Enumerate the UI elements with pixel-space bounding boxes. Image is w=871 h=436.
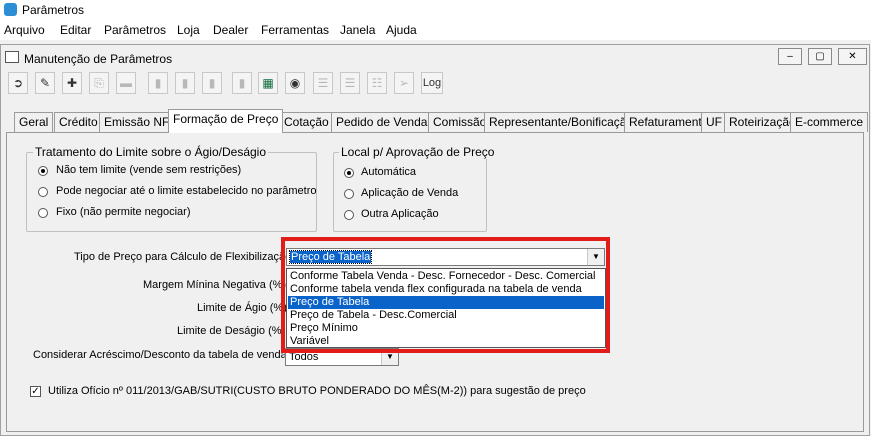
margin-label: Margem Mínina Negativa (%) <box>143 279 287 291</box>
copy-icon[interactable]: ⎘ <box>89 72 109 94</box>
tab-formacao-de-preco[interactable]: Formação de Preço <box>168 109 284 133</box>
approval-group-title: Local p/ Aprovação de Preço <box>339 145 497 159</box>
app-icon <box>4 3 17 16</box>
radio-no-limit[interactable] <box>38 166 48 176</box>
tab-credito[interactable]: Crédito <box>54 112 103 132</box>
limit-group-title: Tratamento do Limite sobre o Ágio/Desági… <box>33 145 269 159</box>
binoculars-icon[interactable]: ◉ <box>285 72 305 94</box>
consider-label: Considerar Acréscimo/Desconto da tabela … <box>33 349 287 361</box>
grid-icon[interactable]: ▦ <box>258 72 278 94</box>
network-icon[interactable]: ☷ <box>367 72 387 94</box>
agio-label: Limite de Ágio (%) <box>197 302 287 314</box>
menu-loja[interactable]: Loja <box>177 23 200 37</box>
tab-comissao[interactable]: Comissão <box>428 112 492 132</box>
radio-negotiate-limit-label: Pode negociar até o limite estabelecido … <box>56 185 317 197</box>
tab-representante-bonificacao[interactable]: Representante/Bonificação <box>484 112 639 132</box>
radio-fixed[interactable] <box>38 208 48 218</box>
app-title-bar <box>0 0 871 20</box>
remove-icon[interactable]: ▬ <box>116 72 136 94</box>
menu-ferramentas[interactable]: Ferramentas <box>261 23 329 37</box>
menu-ajuda[interactable]: Ajuda <box>386 23 417 37</box>
radio-fixed-label: Fixo (não permite negociar) <box>56 206 191 218</box>
menu-bar: Arquivo Editar Parâmetros Loja Dealer Fe… <box>0 20 871 40</box>
radio-automatica[interactable] <box>344 168 354 178</box>
menu-editar[interactable]: Editar <box>60 23 91 37</box>
menu-dealer[interactable]: Dealer <box>213 23 248 37</box>
radio-aplicacao-de-venda-label: Aplicação de Venda <box>361 187 459 199</box>
last-icon[interactable]: ▮ <box>232 72 252 94</box>
radio-aplicacao-de-venda[interactable] <box>344 189 354 199</box>
oficio-checkbox-label: Utiliza Ofício nº 011/2013/GAB/SUTRI(CUS… <box>48 385 586 397</box>
add-icon[interactable]: ✚ <box>62 72 82 94</box>
radio-outra-aplicacao[interactable] <box>344 210 354 220</box>
edit-icon[interactable]: ✎ <box>35 72 55 94</box>
desagio-label: Limite de Deságio (%) <box>177 325 286 337</box>
radio-outra-aplicacao-label: Outra Aplicação <box>361 208 439 220</box>
window-icon <box>5 51 19 63</box>
maximize-button[interactable]: ▢ <box>808 48 832 65</box>
exit-icon[interactable]: ➲ <box>8 72 28 94</box>
app-title: Parâmetros <box>22 3 85 17</box>
window-title: Manutenção de Parâmetros <box>24 52 173 66</box>
list-icon[interactable]: ☰ <box>340 72 360 94</box>
close-button[interactable]: ✕ <box>838 48 867 65</box>
tab-geral[interactable]: Geral <box>14 112 54 132</box>
menu-arquivo[interactable]: Arquivo <box>4 23 45 37</box>
log-button[interactable]: Log <box>421 72 443 94</box>
minimize-button[interactable]: – <box>778 48 802 65</box>
oficio-checkbox[interactable]: ✓ <box>30 386 41 397</box>
tab-emissao-nf[interactable]: Emissão NF <box>99 112 175 132</box>
menu-parametros[interactable]: Parâmetros <box>104 23 166 37</box>
tab-pedido-de-venda[interactable]: Pedido de Venda <box>331 112 433 132</box>
radio-no-limit-label: Não tem limite (vende sem restrições) <box>56 164 242 176</box>
highlight-box <box>281 237 610 353</box>
prev-icon[interactable]: ▮ <box>175 72 195 94</box>
tab-refaturamento[interactable]: Refaturamento <box>624 112 714 132</box>
tab-e-commerce[interactable]: E-commerce <box>790 112 869 132</box>
next-icon[interactable]: ▮ <box>202 72 222 94</box>
menu-janela[interactable]: Janela <box>340 23 375 37</box>
tab-cotacao[interactable]: Cotação <box>279 112 334 132</box>
price-type-label: Tipo de Preço para Cálculo de Flexibiliz… <box>74 251 292 263</box>
radio-automatica-label: Automática <box>361 166 417 178</box>
first-icon[interactable]: ▮ <box>148 72 168 94</box>
export-icon[interactable]: ➢ <box>394 72 414 94</box>
tree-icon[interactable]: ☰ <box>313 72 333 94</box>
radio-negotiate-limit[interactable] <box>38 187 48 197</box>
